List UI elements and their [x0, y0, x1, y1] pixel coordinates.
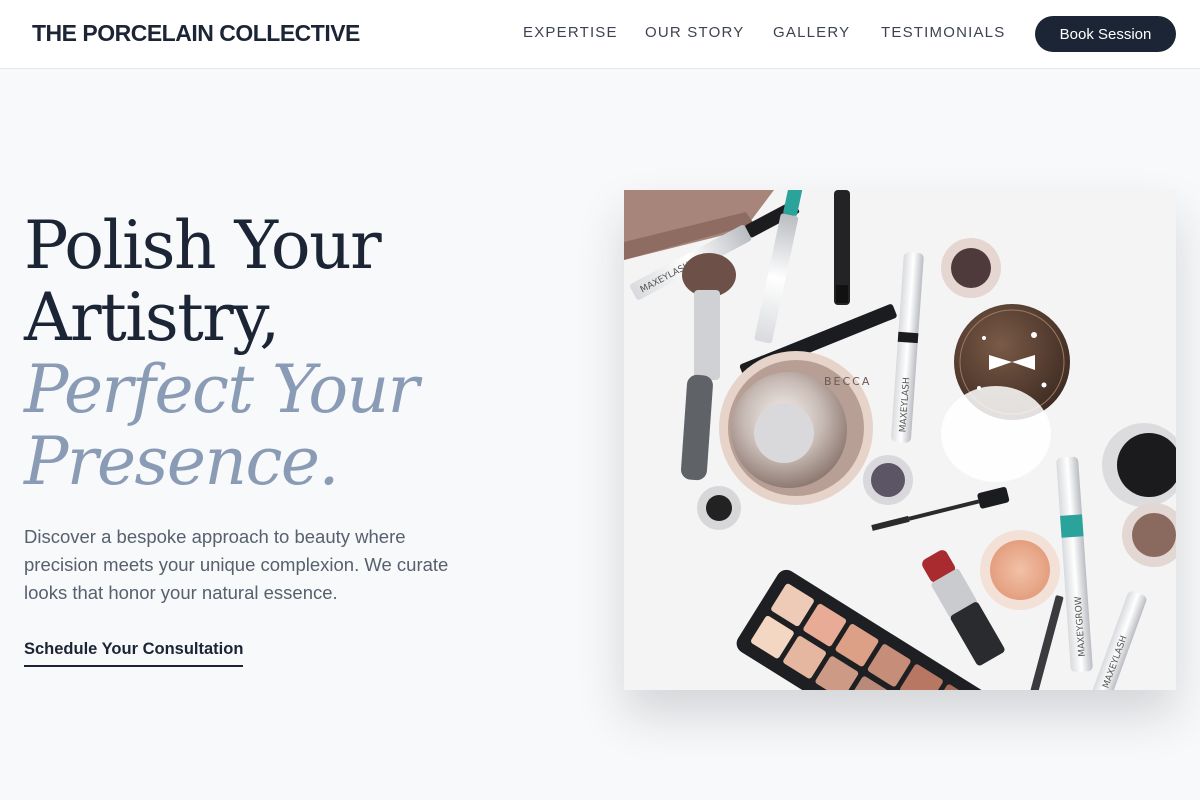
nav-link-testimonials[interactable]: TESTIMONIALS: [881, 24, 1005, 41]
nav-link-gallery[interactable]: GALLERY: [773, 24, 850, 41]
book-session-button[interactable]: Book Session: [1035, 16, 1176, 52]
headline-line-2: Artistry,: [24, 279, 280, 356]
main-nav: EXPERTISE OUR STORY GALLERY TESTIMONIALS: [0, 24, 1200, 44]
product-label-5: BECCA: [824, 375, 871, 388]
headline-accent-line-1: Perfect Your: [24, 351, 419, 428]
hero-makeup-image: MAXEYLASH MAXEYLASH BECCA MAXEYGROW MAXE…: [624, 190, 1176, 690]
headline-accent-line-2: Presence.: [24, 423, 339, 500]
site-header: THE PORCELAIN COLLECTIVE EXPERTISE OUR S…: [0, 0, 1200, 69]
headline-line-1: Polish Your: [24, 207, 382, 284]
nav-link-our-story[interactable]: OUR STORY: [645, 24, 744, 41]
schedule-consultation-link[interactable]: Schedule Your Consultation: [24, 640, 244, 667]
hero-description: Discover a bespoke approach to beauty wh…: [24, 526, 449, 603]
nav-link-expertise[interactable]: EXPERTISE: [523, 24, 618, 41]
hero-headline: Polish Your Artistry, Perfect Your Prese…: [24, 207, 419, 500]
